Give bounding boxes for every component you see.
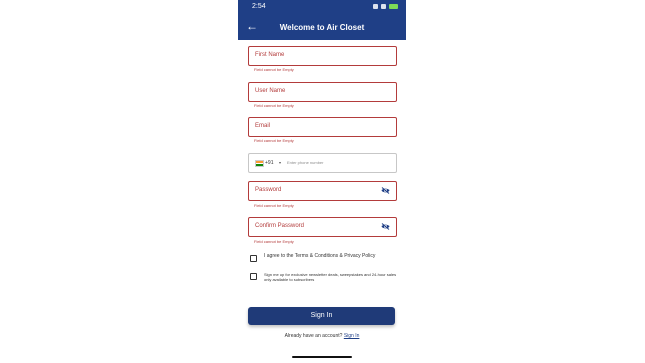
visibility-off-icon[interactable] bbox=[381, 223, 390, 230]
dropdown-arrow-icon[interactable]: ▾ bbox=[279, 160, 281, 165]
phone-screen: 2:54 ← Welcome to Air Closet First Name … bbox=[238, 0, 406, 363]
status-bar: 2:54 bbox=[238, 0, 406, 14]
user-name-label: User Name bbox=[255, 88, 286, 94]
page-title: Welcome to Air Closet bbox=[279, 23, 365, 32]
email-label: Email bbox=[255, 123, 271, 129]
first-name-label: First Name bbox=[255, 52, 285, 58]
newsletter-checkbox[interactable] bbox=[250, 273, 257, 280]
password-field[interactable]: Password bbox=[248, 181, 397, 201]
status-icons bbox=[373, 4, 398, 9]
signal-icon bbox=[373, 4, 378, 9]
status-time: 2:54 bbox=[252, 3, 266, 10]
visibility-off-icon[interactable] bbox=[381, 187, 390, 194]
wifi-icon bbox=[381, 4, 386, 9]
india-flag-icon[interactable] bbox=[255, 160, 264, 167]
first-name-field[interactable]: First Name bbox=[248, 46, 397, 66]
battery-icon bbox=[389, 4, 398, 9]
phone-field[interactable]: +91 ▾ Enter phone number bbox=[248, 153, 397, 173]
user-name-field[interactable]: User Name bbox=[248, 82, 397, 102]
first-name-error: Field cannot be Empty bbox=[254, 67, 294, 72]
country-code[interactable]: +91 bbox=[265, 160, 273, 166]
password-error: Field cannot be Empty bbox=[254, 203, 294, 208]
email-field[interactable]: Email bbox=[248, 117, 397, 137]
sign-in-link[interactable]: Sign In bbox=[344, 333, 360, 339]
terms-checkbox[interactable] bbox=[250, 255, 257, 262]
email-error: Field cannot be Empty bbox=[254, 138, 294, 143]
account-footer: Already have an account? Sign In bbox=[238, 333, 406, 339]
app-bar: ← Welcome to Air Closet bbox=[238, 14, 406, 40]
confirm-password-field[interactable]: Confirm Password bbox=[248, 217, 397, 237]
confirm-password-label: Confirm Password bbox=[255, 223, 305, 229]
terms-label: I agree to the Terms & Conditions & Priv… bbox=[264, 253, 376, 259]
user-name-error: Field cannot be Empty bbox=[254, 103, 294, 108]
password-label: Password bbox=[255, 187, 282, 193]
newsletter-label: Sign me up for exclusive newsletter deal… bbox=[264, 272, 397, 282]
phone-placeholder: Enter phone number bbox=[287, 160, 324, 165]
home-indicator[interactable] bbox=[292, 356, 352, 358]
confirm-password-error: Field cannot be Empty bbox=[254, 239, 294, 244]
account-prompt: Already have an account? bbox=[284, 333, 343, 339]
sign-in-button[interactable]: Sign In bbox=[248, 307, 395, 325]
